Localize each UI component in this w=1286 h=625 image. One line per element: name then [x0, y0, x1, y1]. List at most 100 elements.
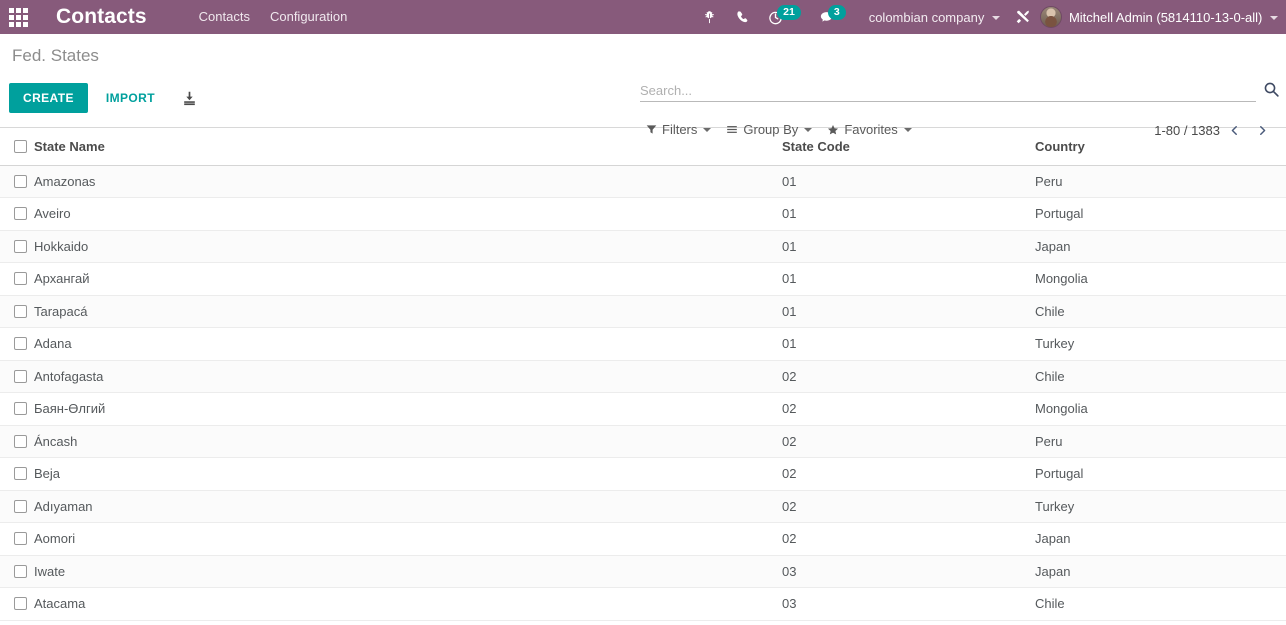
cell-state-name: Antofagasta — [34, 360, 782, 393]
row-checkbox[interactable] — [14, 532, 27, 546]
cell-state-code: 03 — [782, 587, 1035, 621]
bug-button[interactable] — [693, 0, 726, 34]
cell-country: Portugal — [1035, 197, 1286, 231]
top-navbar: Contacts Contacts Configuration 21 3 col… — [0, 0, 1286, 34]
table-row[interactable]: Áncash 02 Peru — [0, 425, 1286, 458]
row-checkbox[interactable] — [14, 467, 27, 481]
cell-state-name: Tarapacá — [34, 295, 782, 328]
activities-badge: 21 — [777, 4, 801, 20]
create-button[interactable]: CREATE — [9, 83, 88, 113]
group-by-dropdown[interactable]: Group By — [720, 118, 821, 141]
search-area — [640, 78, 1286, 102]
control-panel: Fed. States CREATE IMPORT Fil — [0, 34, 1286, 138]
table-row[interactable]: Iwate 03 Japan — [0, 555, 1286, 588]
table-row[interactable]: Amazonas 01 Peru — [0, 165, 1286, 198]
cell-state-code: 01 — [782, 197, 1035, 231]
cell-state-code: 02 — [782, 457, 1035, 491]
apps-grid-icon — [8, 7, 28, 27]
systray: 21 3 colombian company Mitchell Admin (5… — [693, 0, 1286, 34]
row-checkbox[interactable] — [14, 597, 27, 611]
cell-country: Mongolia — [1035, 262, 1286, 296]
cell-state-name: Aveiro — [34, 197, 782, 231]
table-row[interactable]: Hokkaido 01 Japan — [0, 230, 1286, 263]
chevron-down-icon — [804, 127, 813, 132]
cell-country: Chile — [1035, 587, 1286, 621]
cell-country: Mongolia — [1035, 392, 1286, 426]
bars-icon — [727, 126, 738, 133]
row-checkbox[interactable] — [14, 272, 27, 286]
activities-button[interactable]: 21 — [759, 0, 810, 34]
pager-next-button[interactable] — [1248, 118, 1276, 142]
row-select-cell — [0, 230, 34, 263]
row-checkbox[interactable] — [14, 174, 27, 188]
row-checkbox[interactable] — [14, 499, 27, 513]
cell-state-name: Iwate — [34, 555, 782, 588]
cell-state-code: 01 — [782, 262, 1035, 296]
app-brand-title[interactable]: Contacts — [56, 5, 147, 29]
search-magnifier-icon — [1264, 82, 1279, 97]
row-select-cell — [0, 587, 34, 621]
table-row[interactable]: Beja 02 Portugal — [0, 457, 1286, 491]
row-checkbox[interactable] — [14, 369, 27, 383]
row-checkbox[interactable] — [14, 402, 27, 416]
search-button[interactable] — [1258, 76, 1284, 102]
phone-button[interactable] — [726, 0, 759, 34]
table-row[interactable]: Adana 01 Turkey — [0, 327, 1286, 361]
messages-button[interactable]: 3 — [810, 0, 855, 34]
favorites-dropdown[interactable]: Favorites — [821, 118, 920, 141]
table-row[interactable]: Баян-Өлгий 02 Mongolia — [0, 392, 1286, 426]
cell-state-code: 03 — [782, 555, 1035, 588]
apps-menu-toggle[interactable] — [0, 0, 36, 34]
cell-state-code: 01 — [782, 230, 1035, 263]
cell-state-code: 01 — [782, 295, 1035, 328]
row-checkbox[interactable] — [14, 304, 27, 318]
row-checkbox[interactable] — [14, 434, 27, 448]
chevron-down-icon — [991, 16, 1000, 21]
cell-state-code: 02 — [782, 522, 1035, 556]
row-select-cell — [0, 360, 34, 393]
row-checkbox[interactable] — [14, 239, 27, 253]
settings-button[interactable] — [1006, 0, 1040, 34]
table-row[interactable]: Aveiro 01 Portugal — [0, 197, 1286, 231]
table-row[interactable]: Antofagasta 02 Chile — [0, 360, 1286, 393]
menu-item-contacts[interactable]: Contacts — [189, 0, 260, 34]
row-checkbox[interactable] — [14, 337, 27, 351]
cell-country: Portugal — [1035, 457, 1286, 491]
table-row[interactable]: Архангай 01 Mongolia — [0, 262, 1286, 296]
chevron-right-icon — [1259, 125, 1265, 135]
cell-state-name: Amazonas — [34, 165, 782, 198]
company-switcher[interactable]: colombian company — [855, 10, 1006, 25]
export-button[interactable] — [181, 90, 198, 107]
list-view: State Name State Code Country Amazonas 01… — [0, 128, 1286, 621]
pager-value: 1-80 / 1383 — [1154, 122, 1220, 138]
row-select-cell — [0, 425, 34, 458]
import-button[interactable]: IMPORT — [94, 83, 167, 113]
table-row[interactable]: Tarapacá 01 Chile — [0, 295, 1286, 328]
user-menu-toggle[interactable]: Mitchell Admin (5814110-13-0-all) — [1069, 10, 1278, 25]
avatar — [1039, 6, 1062, 28]
search-input[interactable] — [640, 83, 1256, 101]
cell-state-code: 02 — [782, 490, 1035, 523]
pager-previous-button[interactable] — [1220, 118, 1248, 142]
menu-item-configuration[interactable]: Configuration — [260, 0, 357, 34]
breadcrumb[interactable]: Fed. States — [12, 46, 99, 66]
table-body: Amazonas 01 Peru Aveiro 01 Portugal Hokkaido 01… — [0, 165, 1286, 621]
cell-state-name: Beja — [34, 457, 782, 491]
user-name-label: Mitchell Admin (5814110-13-0-all) — [1068, 9, 1263, 25]
star-icon — [828, 124, 839, 134]
cell-state-name: Архангай — [34, 262, 782, 296]
cell-state-name: Áncash — [34, 425, 782, 458]
row-checkbox[interactable] — [14, 564, 27, 578]
row-checkbox[interactable] — [14, 207, 27, 221]
funnel-icon — [646, 125, 657, 134]
messages-badge: 3 — [827, 4, 846, 20]
chevron-down-icon — [903, 127, 912, 132]
filters-dropdown[interactable]: Filters — [640, 118, 720, 141]
table-row[interactable]: Atacama 03 Chile — [0, 587, 1286, 621]
select-all-checkbox[interactable] — [14, 139, 27, 153]
search-dropdowns: Filters Group By Favorites — [640, 118, 921, 141]
cell-country: Chile — [1035, 360, 1286, 393]
table-row[interactable]: Adıyaman 02 Turkey — [0, 490, 1286, 523]
table-row[interactable]: Aomori 02 Japan — [0, 522, 1286, 556]
chevron-down-icon — [703, 127, 712, 132]
